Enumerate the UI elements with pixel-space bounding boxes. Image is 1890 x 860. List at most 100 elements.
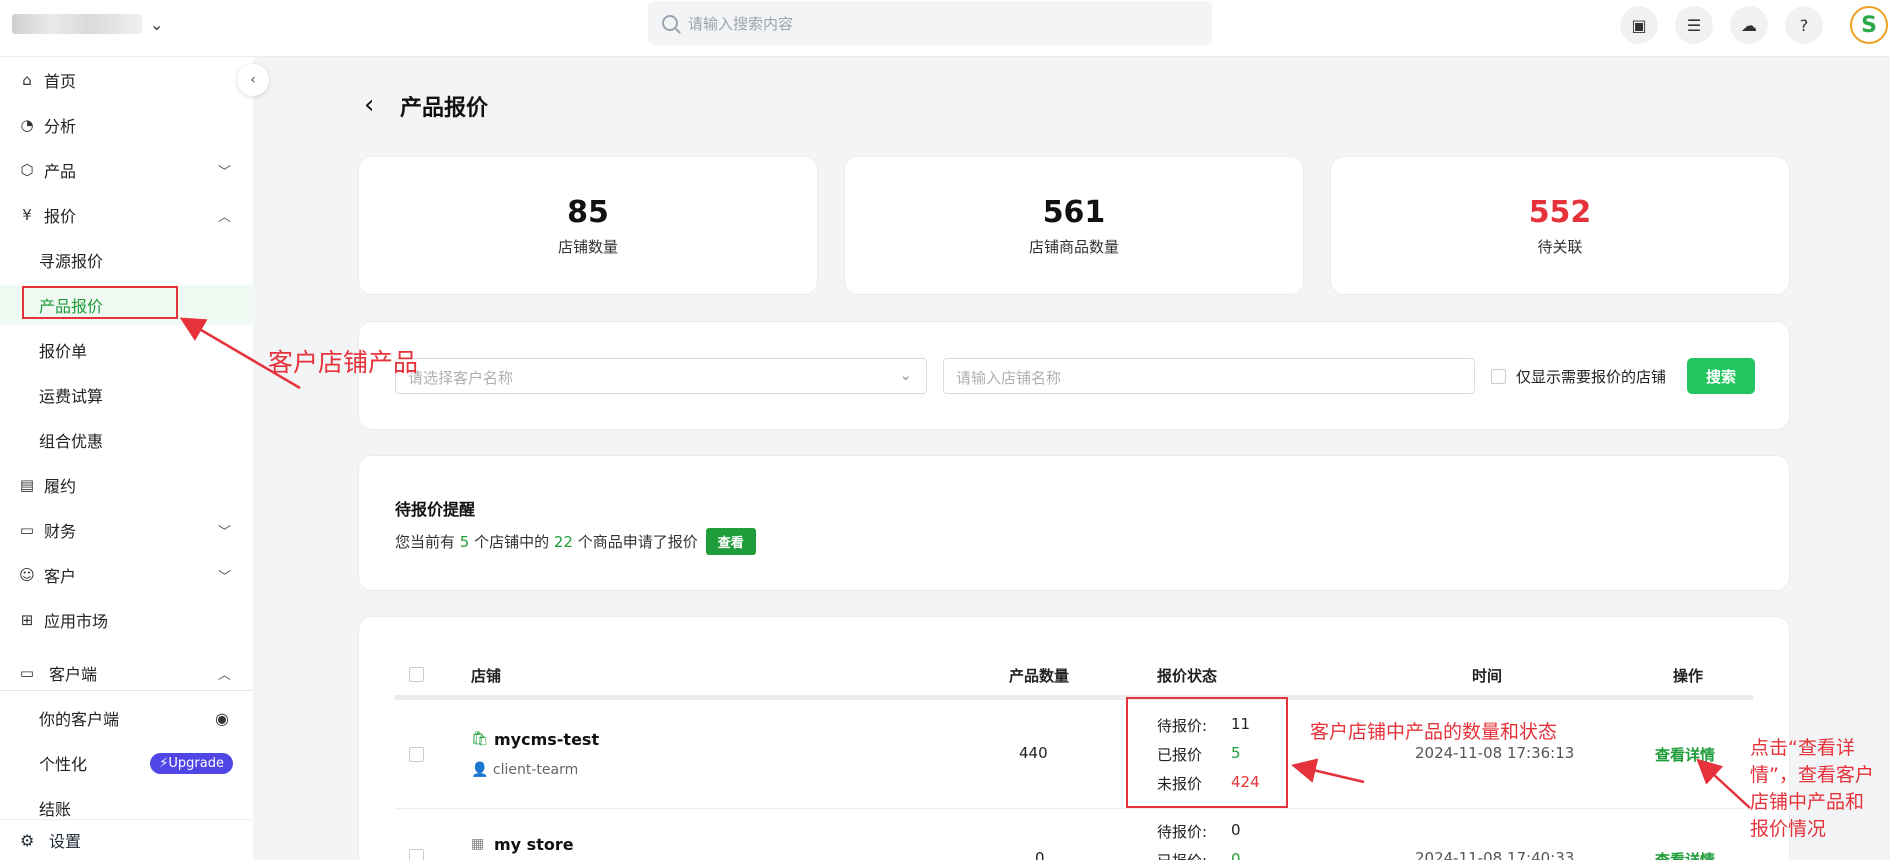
chevron-down-icon: ﹀ bbox=[217, 524, 231, 540]
sidebar-item-personalize[interactable]: 个性化 ⚡Upgrade bbox=[0, 743, 253, 783]
reminder-text-prefix: 您当前有 bbox=[395, 533, 460, 551]
sidebar-item-bundle-discount[interactable]: 组合优惠 bbox=[0, 420, 253, 460]
sidebar-item-settings[interactable]: ⚙ 设置 bbox=[0, 819, 253, 860]
sidebar-item-sourcing-quote[interactable]: 寻源报价 bbox=[0, 240, 253, 280]
view-details-link[interactable]: 查看详情 bbox=[1655, 744, 1715, 765]
chevron-down-icon: ﹀ bbox=[217, 569, 231, 585]
status-quoted-value: 0 bbox=[1231, 850, 1241, 860]
shopify-icon: 🛍 bbox=[471, 731, 489, 747]
column-header-count: 产品数量 bbox=[1009, 667, 1070, 685]
sidebar-item-label: 客户端 bbox=[49, 665, 98, 684]
sidebar-item-finance[interactable]: ▭ 财务 ﹀ bbox=[0, 510, 253, 550]
home-icon: ⌂ bbox=[22, 71, 32, 89]
gear-icon: ⚙ bbox=[20, 830, 35, 850]
select-all-checkbox[interactable] bbox=[409, 667, 424, 682]
sidebar-item-label: 分析 bbox=[44, 117, 77, 136]
cloud-upload-icon[interactable]: ☁ bbox=[1730, 6, 1768, 44]
reminder-text-suffix: 个商品申请了报价 bbox=[572, 533, 698, 551]
reminder-store-count: 5 bbox=[459, 532, 470, 551]
users-icon: ☺ bbox=[19, 566, 35, 584]
sidebar-item-label: 产品 bbox=[44, 162, 77, 181]
store-name-placeholder: 请输入店铺名称 bbox=[956, 369, 1062, 387]
row-time: 2024-11-08 17:40:33 bbox=[1415, 849, 1575, 860]
view-button[interactable]: 查看 bbox=[705, 528, 756, 555]
sidebar: ⌂ 首页 ◔ 分析 ⬡ 产品 ﹀ ¥ 报价 ︿ 寻源报价 产品报价 报价单 运费… bbox=[0, 57, 253, 860]
sidebar-item-label: 个性化 bbox=[39, 755, 88, 774]
page-title: 产品报价 bbox=[400, 96, 489, 121]
sidebar-collapse-button[interactable]: ‹ bbox=[237, 64, 269, 96]
store-name-input[interactable]: 请输入店铺名称 bbox=[943, 358, 1475, 394]
row-time: 2024-11-08 17:36:13 bbox=[1415, 744, 1575, 762]
eye-icon[interactable]: ◉ bbox=[215, 709, 229, 728]
sidebar-item-home[interactable]: ⌂ 首页 bbox=[0, 60, 253, 100]
row-checkbox[interactable] bbox=[409, 849, 424, 860]
workspace-name-blurred bbox=[12, 14, 142, 34]
row-divider bbox=[395, 808, 1753, 809]
store-name[interactable]: mycms-test bbox=[494, 730, 599, 749]
sidebar-item-quote[interactable]: ¥ 报价 ︿ bbox=[0, 195, 253, 235]
workspace-switcher[interactable]: ⌄ bbox=[12, 14, 163, 34]
customer-select[interactable]: 请选择客户名称 ⌄ bbox=[395, 358, 927, 394]
stat-card-store-products: 561 店铺商品数量 bbox=[844, 156, 1304, 295]
status-quoted-label: 已报价: bbox=[1157, 850, 1207, 860]
annotation-detail-hint: 点击“查看详情”，查看客户店铺中产品和报价情况 bbox=[1750, 737, 1874, 840]
column-header-status: 报价状态 bbox=[1157, 667, 1218, 685]
upgrade-label: Upgrade bbox=[168, 755, 224, 771]
stat-card-stores: 85 店铺数量 bbox=[358, 156, 818, 295]
product-count: 0 bbox=[1035, 849, 1045, 860]
view-details-link[interactable]: 查看详情 bbox=[1655, 849, 1715, 860]
stat-value: 85 bbox=[567, 195, 609, 230]
client-name: 👤 client-tearm bbox=[471, 762, 578, 778]
stat-value: 561 bbox=[1042, 195, 1106, 230]
store-icon: ▦ bbox=[471, 836, 485, 852]
sidebar-item-fulfillment[interactable]: ▤ 履约 bbox=[0, 465, 253, 505]
sidebar-item-label: 报价 bbox=[44, 207, 77, 226]
chevron-left-icon: ‹ bbox=[250, 72, 256, 88]
sidebar-item-customers[interactable]: ☺ 客户 ﹀ bbox=[0, 555, 253, 595]
need-quote-label: 仅显示需要报价的店铺 bbox=[1516, 368, 1667, 386]
chevron-up-icon: ︿ bbox=[217, 209, 231, 225]
app-logo[interactable]: S bbox=[1850, 6, 1888, 44]
wallet-icon: ▭ bbox=[19, 521, 35, 539]
header-divider bbox=[395, 695, 1753, 700]
sidebar-item-analytics[interactable]: ◔ 分析 bbox=[0, 105, 253, 145]
annotation-store-products: 客户店铺产品 bbox=[268, 348, 419, 377]
chevron-down-icon: ⌄ bbox=[150, 14, 164, 34]
grid-icon: ⊞ bbox=[20, 611, 34, 629]
sidebar-item-your-client[interactable]: 你的客户端 ◉ bbox=[0, 698, 253, 738]
sidebar-item-app-market[interactable]: ⊞ 应用市场 bbox=[0, 600, 253, 640]
chevron-down-icon: ﹀ bbox=[217, 164, 231, 180]
reminder-text-mid: 个店铺中的 bbox=[469, 533, 554, 551]
row-checkbox[interactable] bbox=[409, 747, 424, 762]
filter-card: 请选择客户名称 ⌄ 请输入店铺名称 仅显示需要报价的店铺 搜索 bbox=[358, 321, 1790, 430]
product-count: 440 bbox=[1019, 744, 1048, 762]
image-icon[interactable]: ▣ bbox=[1620, 6, 1658, 44]
reminder-text: 您当前有 5 个店铺中的 22 个商品申请了报价 查看 bbox=[395, 528, 756, 555]
column-header-time: 时间 bbox=[1472, 667, 1503, 685]
sidebar-item-label: 寻源报价 bbox=[39, 252, 104, 271]
sidebar-item-products[interactable]: ⬡ 产品 ﹀ bbox=[0, 150, 253, 190]
stat-label: 店铺数量 bbox=[557, 238, 618, 256]
client-name-text: client-tearm bbox=[492, 762, 579, 778]
fulfill-icon: ▤ bbox=[19, 476, 35, 494]
sidebar-item-client-portal[interactable]: ▭ 客户端 ︿ bbox=[0, 653, 253, 693]
search-button[interactable]: 搜索 bbox=[1687, 358, 1755, 394]
sidebar-item-quote-list[interactable]: 报价单 bbox=[0, 330, 253, 370]
help-icon[interactable]: ? bbox=[1785, 6, 1823, 44]
need-quote-filter[interactable]: 仅显示需要报价的店铺 bbox=[1491, 366, 1666, 387]
chart-pie-icon: ◔ bbox=[20, 116, 34, 134]
sidebar-item-freight-calc[interactable]: 运费试算 bbox=[0, 375, 253, 415]
need-quote-checkbox[interactable] bbox=[1491, 369, 1506, 384]
document-icon[interactable]: ☰ bbox=[1675, 6, 1713, 44]
stat-label: 待关联 bbox=[1537, 238, 1583, 256]
global-search[interactable]: 请输入搜索内容 bbox=[648, 1, 1212, 45]
store-name[interactable]: my store bbox=[494, 835, 574, 854]
back-arrow-icon[interactable]: ‹ bbox=[364, 90, 374, 120]
search-placeholder: 请输入搜索内容 bbox=[688, 14, 794, 33]
stat-card-pending-link: 552 待关联 bbox=[1330, 156, 1790, 295]
stat-label: 店铺商品数量 bbox=[1028, 238, 1119, 256]
annotation-highlight-status bbox=[1126, 697, 1288, 808]
sidebar-item-label: 组合优惠 bbox=[39, 432, 104, 451]
upgrade-badge[interactable]: ⚡Upgrade bbox=[150, 752, 233, 774]
status-pending-label: 待报价: bbox=[1157, 823, 1208, 841]
